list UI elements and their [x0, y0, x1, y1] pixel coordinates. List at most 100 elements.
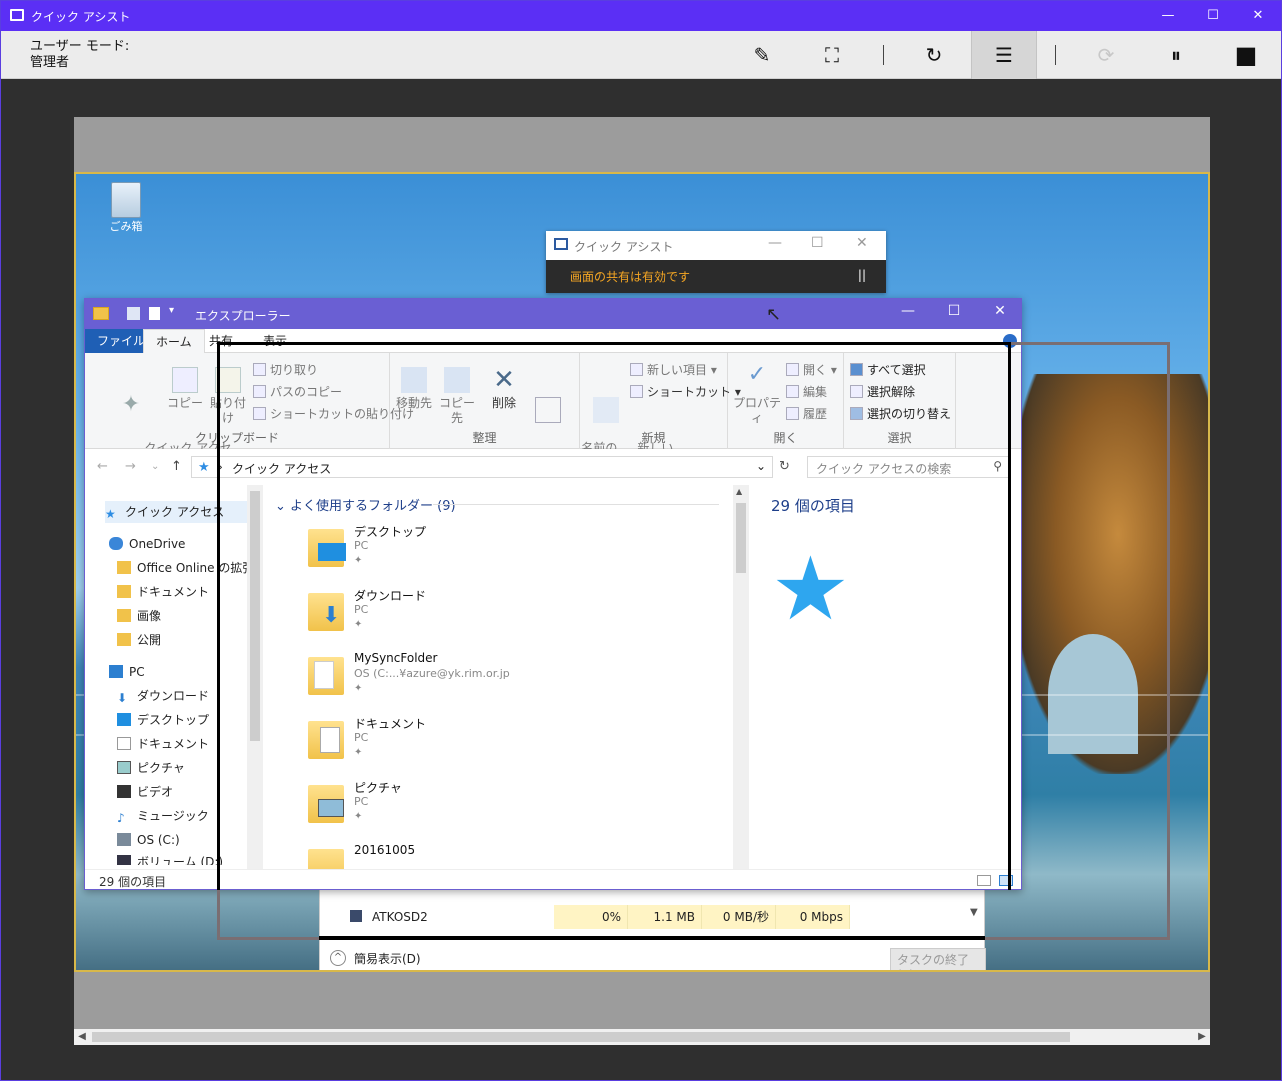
open-button[interactable]: 開く ▾ [786, 361, 837, 378]
nav-item-pictures[interactable]: ピクチャ [117, 757, 185, 779]
fit-screen-button[interactable]: ⛶ [799, 31, 865, 79]
recycle-bin[interactable]: ごみ箱 [106, 182, 146, 242]
help-icon[interactable] [1003, 334, 1017, 348]
details-view-icon[interactable] [977, 875, 991, 886]
folder-location: PC [354, 539, 369, 552]
properties-icon[interactable] [127, 307, 140, 320]
content-scrollbar[interactable]: ▲ ▼ [733, 485, 749, 879]
music-icon: ♪ [117, 811, 125, 825]
ribbon-group-select: すべて選択 選択解除 選択の切り替え 選択 [844, 353, 956, 449]
list-item[interactable]: デスクトップ PC ✦ [308, 523, 708, 579]
frequent-folders-header[interactable]: ⌄ よく使用するフォルダー (9) [275, 495, 456, 514]
nav-item-documents[interactable]: ドキュメント [117, 733, 209, 755]
scroll-up-icon[interactable]: ▲ [736, 487, 742, 496]
folder-icon [117, 585, 131, 598]
close-button[interactable]: ✕ [856, 235, 868, 251]
paste-button[interactable]: 貼り付け [205, 367, 251, 426]
up-button[interactable]: ↑ [171, 459, 182, 474]
copy-button[interactable]: コピー [167, 367, 203, 411]
share-pause-button[interactable]: || [858, 268, 866, 282]
nav-scroll-thumb[interactable] [250, 491, 260, 741]
maximize-button[interactable]: ☐ [811, 235, 824, 251]
stop-button[interactable]: ■ [1213, 31, 1279, 79]
nav-item-pc[interactable]: PC [109, 661, 145, 683]
tab-view[interactable]: 表示 [251, 329, 299, 353]
remote-screen-viewer[interactable]: ごみ箱 ATKOSD2 0% 1.1 MB 0 MB/秒 0 Mbps ▼ ^ … [74, 117, 1210, 1029]
maximize-button[interactable]: ☐ [1190, 1, 1236, 31]
cut-button[interactable]: 切り取り [253, 361, 318, 378]
search-box[interactable]: クイック アクセスの検索 ⚲ [807, 456, 1009, 478]
table-row[interactable]: ATKOSD2 0% 1.1 MB 0 MB/秒 0 Mbps ▼ [320, 905, 986, 929]
nav-item-onedrive[interactable]: OneDrive [109, 533, 185, 555]
scroll-right-icon[interactable]: ▶ [1194, 1029, 1210, 1045]
nav-item-public[interactable]: 公開 [117, 629, 161, 651]
list-item[interactable]: ドキュメント PC ✦ [308, 715, 708, 771]
nav-item-os-c[interactable]: OS (C:) [117, 829, 180, 851]
invert-selection-button[interactable]: 選択の切り替え [850, 405, 951, 422]
move-to-button[interactable]: 移動先 [396, 367, 432, 411]
minimize-button[interactable]: — [768, 235, 782, 251]
recent-locations-button[interactable]: ⌄ [151, 461, 159, 472]
list-item[interactable]: ピクチャ PC ✦ [308, 779, 708, 835]
video-icon [117, 785, 131, 798]
nav-item-onedrive-documents[interactable]: ドキュメント [117, 581, 209, 603]
nav-item-volume-d[interactable]: ボリューム (D:) [117, 851, 223, 865]
copy-to-button[interactable]: コピー先 [436, 367, 478, 426]
end-task-button[interactable]: タスクの終了(E) [890, 948, 986, 970]
new-item-button[interactable]: 新しい項目 ▾ [630, 361, 717, 378]
chevron-down-icon[interactable]: ⌄ [756, 459, 766, 473]
pause-button[interactable]: ⏸ [1143, 31, 1209, 79]
folder-name: ドキュメント [354, 717, 427, 731]
close-button[interactable]: ✕ [977, 303, 1021, 319]
chevron-down-icon[interactable]: ▾ [169, 305, 174, 316]
address-box[interactable]: ★ › クイック アクセス ⌄ [191, 456, 773, 478]
tab-share[interactable]: 共有 [197, 329, 245, 353]
simple-view-link[interactable]: 簡易表示(D) [354, 950, 421, 967]
copy-path-button[interactable]: パスのコピー [253, 383, 342, 400]
nav-item-downloads[interactable]: ⬇ ダウンロード [117, 685, 209, 707]
list-item[interactable]: MySyncFolder OS (C:...¥azure@yk.rim.or.j… [308, 651, 708, 707]
minimize-button[interactable]: — [1145, 1, 1191, 31]
new-folder-quick-icon[interactable] [149, 307, 160, 320]
scroll-down-icon[interactable]: ▼ [970, 907, 978, 918]
forward-button[interactable]: → [125, 459, 136, 474]
large-icons-view-icon[interactable] [999, 875, 1013, 886]
minimize-button[interactable]: — [885, 303, 931, 319]
select-none-icon [850, 385, 863, 398]
horizontal-scrollbar[interactable]: ◀ ▶ [74, 1029, 1210, 1045]
maximize-button[interactable]: ☐ [931, 303, 977, 319]
content-scroll-thumb[interactable] [736, 503, 746, 573]
nav-item-videos[interactable]: ビデオ [117, 781, 173, 803]
folder-location: PC [354, 603, 369, 616]
back-button[interactable]: ← [97, 459, 108, 474]
nav-item-office-online[interactable]: Office Online の拡張 [117, 557, 254, 579]
remote-desktop[interactable]: ごみ箱 ATKOSD2 0% 1.1 MB 0 MB/秒 0 Mbps ▼ ^ … [74, 172, 1210, 972]
folder-icon [93, 307, 109, 320]
list-item[interactable]: ⬇ ダウンロード PC ✦ [308, 587, 708, 643]
nav-item-music[interactable]: ♪ ミュージック [117, 805, 209, 827]
chevron-up-icon[interactable]: ^ [330, 950, 346, 966]
details-pane: 29 個の項目 ★ [749, 485, 1021, 879]
delete-button[interactable]: ✕ 削除 [488, 367, 520, 411]
scroll-left-icon[interactable]: ◀ [74, 1029, 90, 1045]
close-button[interactable]: ✕ [1235, 1, 1281, 31]
horizontal-scroll-thumb[interactable] [92, 1032, 1070, 1042]
tab-home[interactable]: ホーム [143, 329, 205, 353]
annotate-button[interactable]: ✎ [729, 31, 795, 79]
edit-button[interactable]: 編集 [786, 383, 827, 400]
nav-item-images[interactable]: 画像 [117, 605, 161, 627]
check-icon: ✓ [747, 362, 767, 387]
restart-button[interactable]: ↻ [901, 31, 967, 79]
nav-item-quick-access[interactable]: ★ クイック アクセス [105, 501, 247, 523]
task-manager-button[interactable]: ☰ [971, 31, 1037, 79]
shortcut-icon [630, 385, 643, 398]
refresh-button[interactable]: ↻ [779, 459, 790, 474]
properties-button[interactable]: ✓ プロパティ [732, 362, 782, 426]
select-all-button[interactable]: すべて選択 [850, 361, 926, 378]
shortcut-button[interactable]: ショートカット ▾ [630, 383, 741, 400]
history-button[interactable]: 履歴 [786, 405, 827, 422]
nav-scrollbar[interactable] [247, 485, 263, 879]
reconnect-button[interactable]: ⟳ [1073, 31, 1139, 79]
nav-item-desktop[interactable]: デスクトップ [117, 709, 209, 731]
select-none-button[interactable]: 選択解除 [850, 383, 915, 400]
